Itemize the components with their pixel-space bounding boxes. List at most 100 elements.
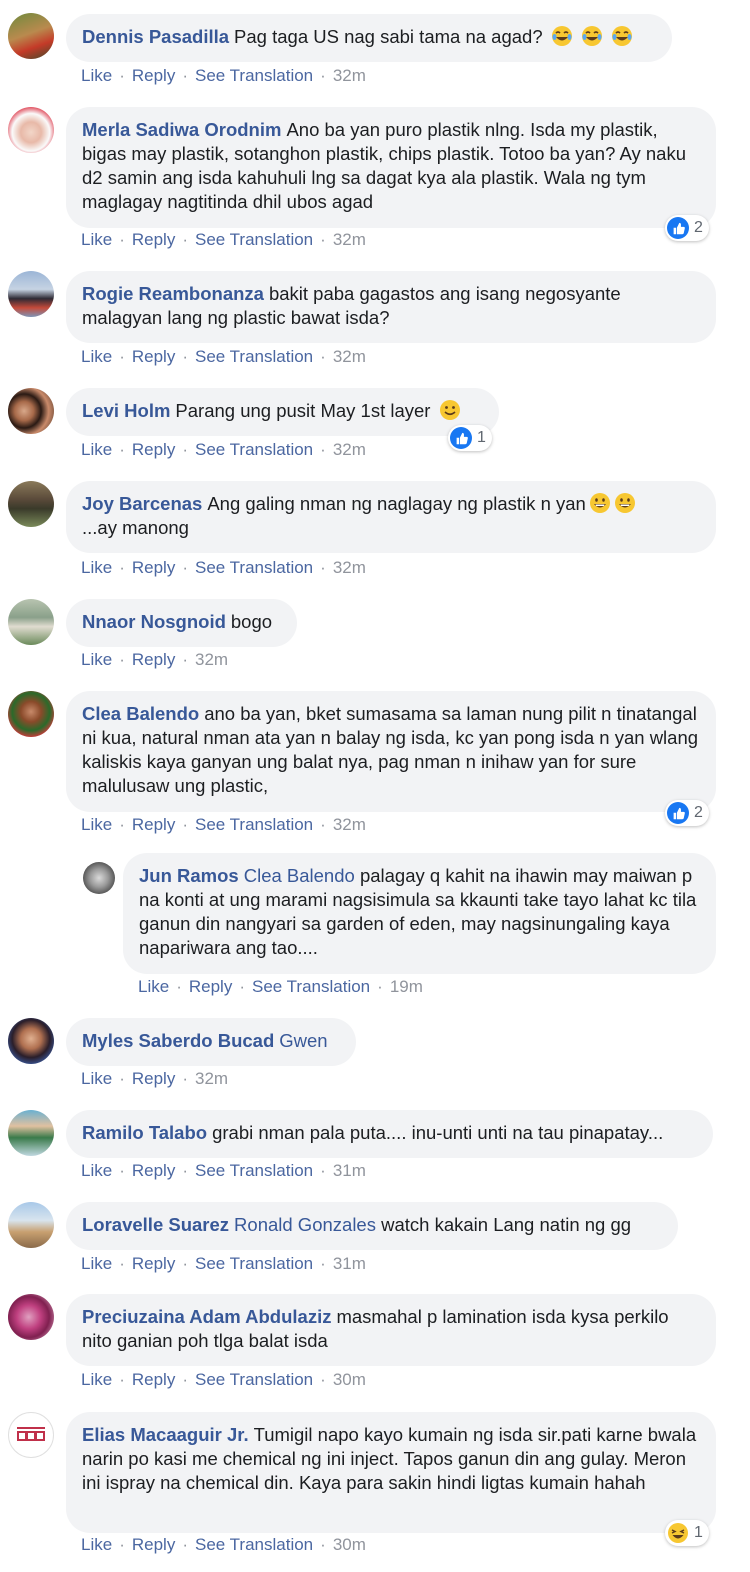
like-link[interactable]: Like [81, 347, 112, 366]
see-translation-link[interactable]: See Translation [195, 1161, 313, 1180]
reaction-count[interactable]: 2 [665, 215, 709, 241]
comment-text: watch kakain Lang natin ng gg [381, 1214, 632, 1235]
like-link[interactable]: Like [81, 1069, 112, 1088]
avatar[interactable] [8, 1294, 54, 1340]
avatar[interactable] [8, 599, 54, 645]
avatar[interactable] [8, 481, 54, 527]
like-link[interactable]: Like [81, 1535, 112, 1554]
mentioned-user[interactable]: Clea Balendo [244, 865, 355, 886]
like-link[interactable]: Like [138, 977, 169, 996]
commenter-name[interactable]: Preciuzaina Adam Abdulaziz [82, 1306, 331, 1327]
avatar[interactable] [8, 1412, 54, 1458]
reply-link[interactable]: Reply [132, 230, 175, 249]
timestamp[interactable]: 32m [333, 815, 366, 834]
timestamp[interactable]: 31m [333, 1254, 366, 1273]
comment-actions: Like · Reply · See Translation · 30m [81, 1370, 366, 1389]
like-link[interactable]: Like [81, 1254, 112, 1273]
timestamp[interactable]: 30m [333, 1535, 366, 1554]
reply-link[interactable]: Reply [132, 1535, 175, 1554]
see-translation-link[interactable]: See Translation [195, 1370, 313, 1389]
reaction-count[interactable]: 1 [448, 425, 492, 451]
like-link[interactable]: Like [81, 815, 112, 834]
avatar[interactable] [8, 1110, 54, 1156]
thumbs-up-icon [667, 802, 689, 824]
comment-bubble: Clea Balendo ano ba yan, bket sumasama sa… [66, 691, 716, 812]
timestamp[interactable]: 32m [333, 558, 366, 577]
like-link[interactable]: Like [81, 1370, 112, 1389]
reply-link[interactable]: Reply [132, 1254, 175, 1273]
comment-bubble: Nnaor Nosgnoid bogo [66, 599, 297, 647]
reply-link[interactable]: Reply [189, 977, 232, 996]
commenter-name[interactable]: Joy Barcenas [82, 493, 202, 514]
like-link[interactable]: Like [81, 1161, 112, 1180]
reaction-count[interactable]: 1 [665, 1520, 709, 1546]
reply-link[interactable]: Reply [132, 1370, 175, 1389]
timestamp[interactable]: 31m [333, 1161, 366, 1180]
reply-link[interactable]: Reply [132, 1069, 175, 1088]
commenter-name[interactable]: Dennis Pasadilla [82, 26, 229, 47]
avatar[interactable] [8, 1018, 54, 1064]
timestamp[interactable]: 32m [333, 66, 366, 85]
commenter-name[interactable]: Nnaor Nosgnoid [82, 611, 226, 632]
timestamp[interactable]: 30m [333, 1370, 366, 1389]
avatar[interactable] [83, 862, 115, 894]
like-link[interactable]: Like [81, 66, 112, 85]
reaction-count[interactable]: 2 [665, 800, 709, 826]
like-link[interactable]: Like [81, 650, 112, 669]
commenter-name[interactable]: Levi Holm [82, 400, 170, 421]
see-translation-link[interactable]: See Translation [195, 230, 313, 249]
see-translation-link[interactable]: See Translation [195, 815, 313, 834]
comment-actions: Like · Reply · See Translation · 32m [81, 347, 366, 366]
timestamp[interactable]: 32m [195, 1069, 228, 1088]
timestamp[interactable]: 19m [390, 977, 423, 996]
see-translation-link[interactable]: See Translation [195, 1535, 313, 1554]
haha-icon [668, 1523, 688, 1543]
commenter-name[interactable]: Myles Saberdo Bucad [82, 1030, 274, 1051]
commenter-name[interactable]: Loravelle Suarez [82, 1214, 229, 1235]
commenter-name[interactable]: Ramilo Talabo [82, 1122, 207, 1143]
reply-link[interactable]: Reply [132, 650, 175, 669]
timestamp[interactable]: 32m [333, 347, 366, 366]
comment-text: bogo [230, 611, 273, 632]
reply-link[interactable]: Reply [132, 815, 175, 834]
avatar[interactable] [8, 691, 54, 737]
commenter-name[interactable]: Clea Balendo [82, 703, 199, 724]
comment-text: grabi nman pala puta.... inu-unti unti n… [212, 1122, 664, 1143]
avatar[interactable] [8, 271, 54, 317]
commenter-name[interactable]: Merla Sadiwa Orodnim [82, 119, 281, 140]
see-translation-link[interactable]: See Translation [195, 558, 313, 577]
see-translation-link[interactable]: See Translation [195, 347, 313, 366]
reply-link[interactable]: Reply [132, 1161, 175, 1180]
avatar[interactable] [8, 13, 54, 59]
page-logo-icon [17, 1427, 45, 1441]
avatar[interactable] [8, 1202, 54, 1248]
like-link[interactable]: Like [81, 230, 112, 249]
laughing-tears-icon [612, 26, 633, 46]
reply-link[interactable]: Reply [132, 347, 175, 366]
reply-link[interactable]: Reply [132, 558, 175, 577]
avatar[interactable] [8, 388, 54, 434]
see-translation-link[interactable]: See Translation [195, 440, 313, 459]
reply-link[interactable]: Reply [132, 66, 175, 85]
commenter-name[interactable]: Elias Macaaguir Jr. [82, 1424, 249, 1445]
timestamp[interactable]: 32m [333, 440, 366, 459]
laughing-tears-icon [551, 26, 572, 46]
timestamp[interactable]: 32m [195, 650, 228, 669]
thumbs-up-icon [450, 427, 472, 449]
comment-actions: Like · Reply · See Translation · 19m [138, 977, 423, 996]
like-link[interactable]: Like [81, 440, 112, 459]
see-translation-link[interactable]: See Translation [195, 66, 313, 85]
mentioned-user[interactable]: Gwen [279, 1030, 327, 1051]
grin-icon [614, 493, 635, 513]
commenter-name[interactable]: Jun Ramos [139, 865, 239, 886]
commenter-name[interactable]: Rogie Reambonanza [82, 283, 264, 304]
mentioned-user[interactable]: Ronald Gonzales [234, 1214, 376, 1235]
reply-link[interactable]: Reply [132, 440, 175, 459]
timestamp[interactable]: 32m [333, 230, 366, 249]
avatar[interactable] [8, 107, 54, 153]
like-link[interactable]: Like [81, 558, 112, 577]
comment-actions: Like · Reply · See Translation · 32m [81, 230, 366, 249]
comment-bubble: Loravelle Suarez Ronald Gonzales watch ka… [66, 1202, 678, 1250]
see-translation-link[interactable]: See Translation [252, 977, 370, 996]
see-translation-link[interactable]: See Translation [195, 1254, 313, 1273]
